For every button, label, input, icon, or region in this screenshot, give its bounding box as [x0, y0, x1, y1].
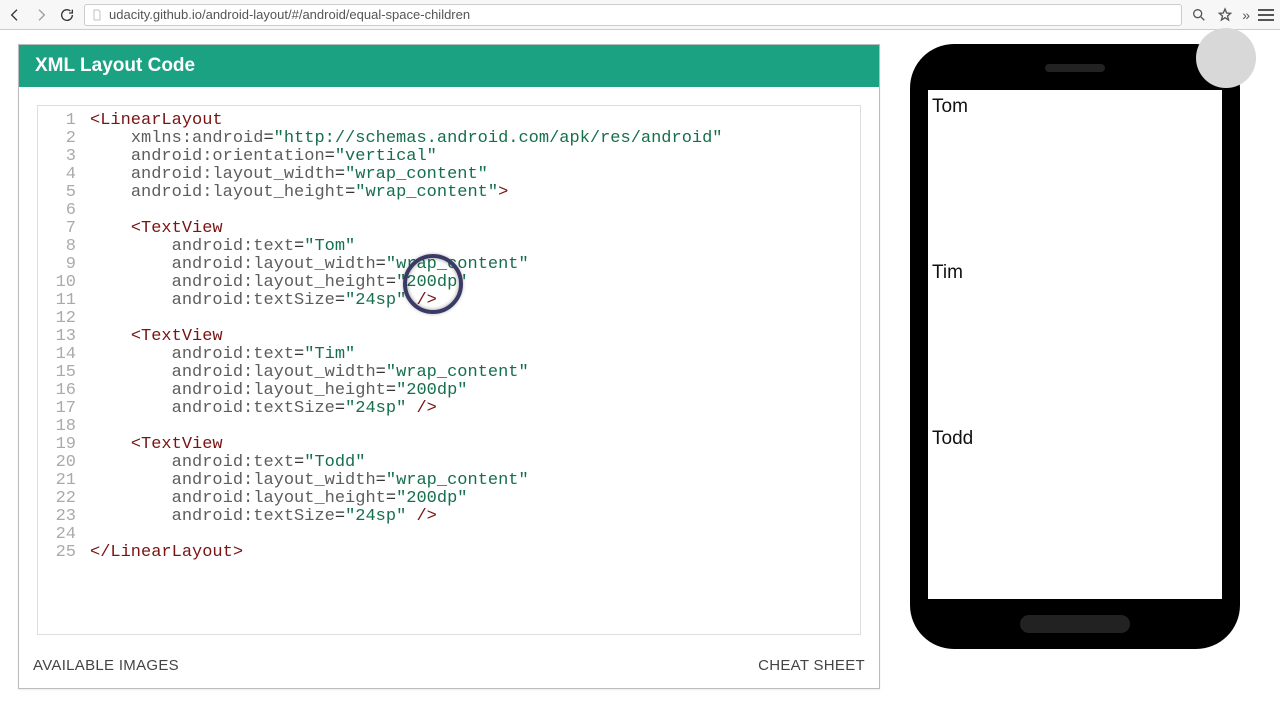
textview-tim: Tim — [932, 262, 963, 284]
card-title: XML Layout Code — [19, 45, 879, 87]
browser-toolbar: udacity.github.io/android-layout/#/andro… — [0, 0, 1280, 30]
phone-frame: Tom Tim Todd — [910, 44, 1240, 649]
back-icon[interactable] — [6, 6, 24, 24]
forward-icon[interactable] — [32, 6, 50, 24]
phone-home-bar — [1020, 615, 1130, 633]
textview-tom: Tom — [932, 96, 968, 118]
phone-screen: Tom Tim Todd — [928, 90, 1222, 599]
overflow-chevrons[interactable]: » — [1242, 7, 1250, 23]
reload-icon[interactable] — [58, 6, 76, 24]
page-icon — [91, 9, 103, 21]
search-icon[interactable] — [1190, 6, 1208, 24]
card-footer: AVAILABLE IMAGES CHEAT SHEET — [19, 653, 879, 688]
url-text: udacity.github.io/android-layout/#/andro… — [109, 7, 470, 22]
phone-speaker — [1045, 64, 1105, 72]
menu-icon[interactable] — [1258, 9, 1274, 21]
code-card: XML Layout Code 1 2 3 4 5 6 7 8 9 10 11 … — [18, 44, 880, 689]
code-lines[interactable]: <LinearLayout xmlns:android="http://sche… — [86, 106, 860, 634]
udacity-badge-icon — [1196, 28, 1256, 88]
code-editor[interactable]: 1 2 3 4 5 6 7 8 9 10 11 12 13 14 15 16 1… — [37, 105, 861, 635]
line-gutter: 1 2 3 4 5 6 7 8 9 10 11 12 13 14 15 16 1… — [38, 106, 86, 634]
textview-todd: Todd — [932, 428, 973, 450]
footer-cheat-sheet[interactable]: CHEAT SHEET — [758, 657, 865, 674]
footer-available-images[interactable]: AVAILABLE IMAGES — [33, 657, 179, 674]
address-bar[interactable]: udacity.github.io/android-layout/#/andro… — [84, 4, 1182, 26]
star-icon[interactable] — [1216, 6, 1234, 24]
